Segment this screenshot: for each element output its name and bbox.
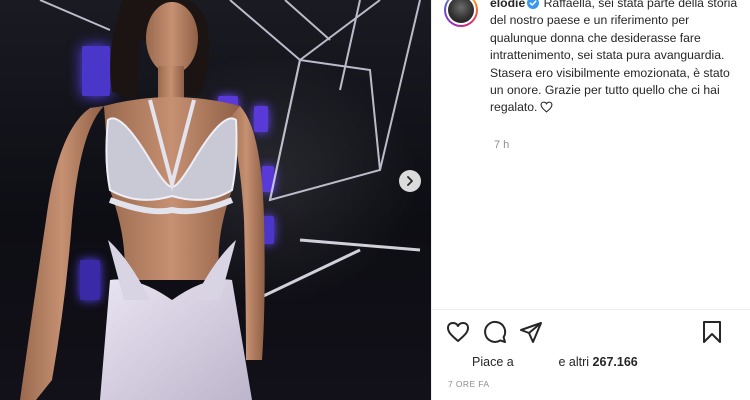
- carousel-next-button[interactable]: [399, 170, 421, 192]
- chevron-right-icon: [407, 176, 413, 186]
- likes-prefix: Piace a: [472, 355, 514, 369]
- username-link[interactable]: elodie: [490, 0, 525, 10]
- post-sidebar: elodie Raffaella, sei stata parte della …: [431, 0, 750, 400]
- share-button[interactable]: [517, 318, 545, 346]
- post-timestamp[interactable]: 7 ORE FA: [448, 379, 489, 389]
- relative-time[interactable]: 7 h: [494, 139, 509, 151]
- comment-button[interactable]: [481, 318, 509, 346]
- heart-outline-icon: [540, 102, 553, 114]
- action-bar: [432, 318, 750, 346]
- heart-icon: [447, 322, 469, 342]
- post-photo[interactable]: [0, 0, 431, 400]
- person-figure: [20, 0, 265, 400]
- likes-suffix[interactable]: e altri: [558, 355, 589, 369]
- likes-summary: Piace a e altri 267.166: [472, 355, 638, 369]
- save-button[interactable]: [698, 318, 726, 346]
- likes-count[interactable]: 267.166: [593, 355, 638, 369]
- bookmark-icon: [703, 321, 721, 343]
- divider: [432, 309, 750, 310]
- comment-icon: [484, 320, 507, 343]
- post-caption: elodie Raffaella, sei stata parte della …: [490, 0, 744, 117]
- avatar[interactable]: [444, 0, 478, 27]
- verified-badge-icon: [527, 0, 540, 9]
- paper-plane-icon: [520, 322, 542, 343]
- caption-text: Raffaella, sei stata parte della storia …: [490, 0, 738, 115]
- like-button[interactable]: [444, 318, 472, 346]
